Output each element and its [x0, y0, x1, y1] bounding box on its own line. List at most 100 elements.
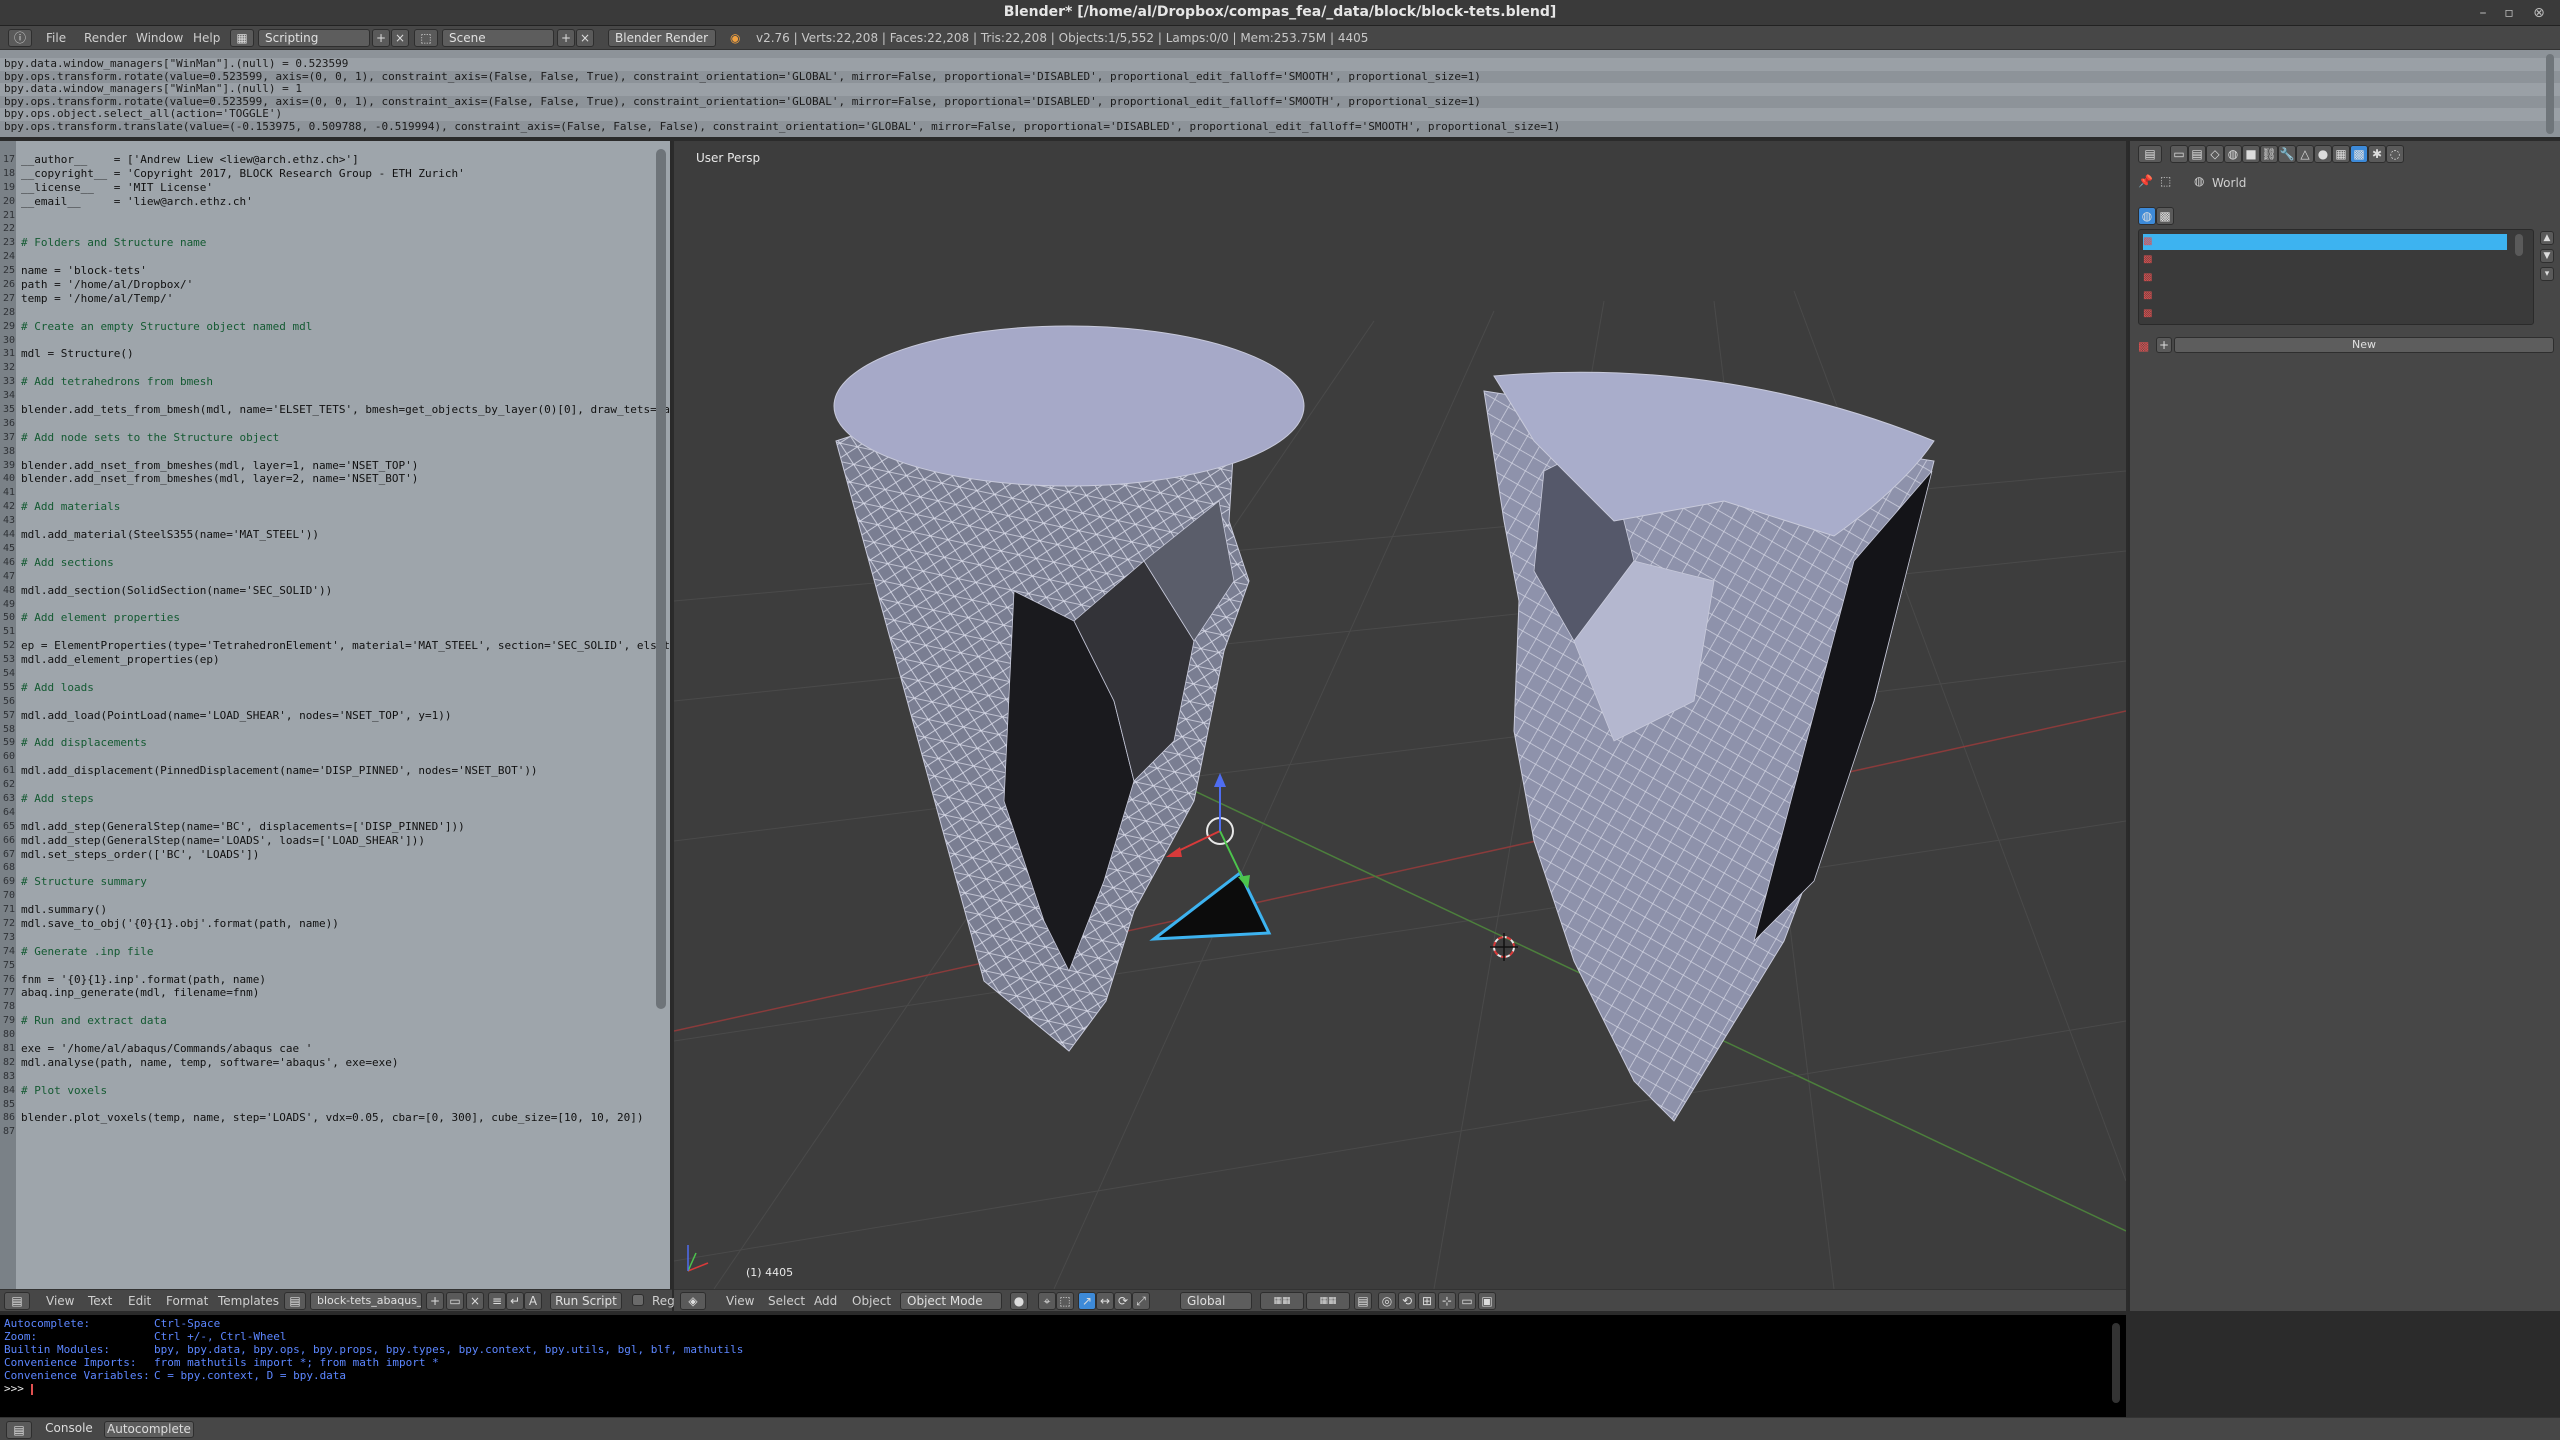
add-screen-icon[interactable]: +	[372, 29, 390, 47]
code-line[interactable]: 26 path = '/home/al/Dropbox/'	[0, 278, 650, 292]
texture-slot-list[interactable]: ▩ ▩ ▩ ▩ ▩	[2138, 229, 2534, 325]
left-block-mesh[interactable]	[833, 325, 1305, 1052]
code-line[interactable]: 78	[0, 1000, 650, 1014]
code-line[interactable]: 45	[0, 542, 650, 556]
scene-layers-grid-icon[interactable]: ▦▦	[1260, 1292, 1304, 1310]
code-line[interactable]: 48 mdl.add_section(SolidSection(name='SEC…	[0, 584, 650, 598]
report-line[interactable]: bpy.ops.transform.rotate(value=0.523599,…	[0, 70, 2560, 84]
code-line[interactable]: 29 # Create an empty Structure object nam…	[0, 320, 650, 334]
new-texture-plus-icon[interactable]: +	[2156, 337, 2172, 353]
code-line[interactable]: 42 # Add materials	[0, 500, 650, 514]
code-line[interactable]: 47	[0, 570, 650, 584]
text-editor-type-icon[interactable]: ▤	[4, 1292, 30, 1310]
opengl-anim-icon[interactable]: ▣	[1478, 1292, 1496, 1310]
unlink-text-icon[interactable]: ×	[466, 1292, 484, 1310]
code-line[interactable]: 31 mdl = Structure()	[0, 347, 650, 361]
code-line[interactable]: 68	[0, 861, 650, 875]
code-line[interactable]: 66 mdl.add_step(GeneralStep(name='LOADS',…	[0, 834, 650, 848]
code-line[interactable]: 17 __author__ = ['Andrew Liew <liew@arch.…	[0, 153, 650, 167]
minimize-icon[interactable]: –	[2474, 4, 2492, 22]
screen-layout-icon[interactable]: ▦	[230, 29, 254, 47]
viewport-editor-type-icon[interactable]: ◈	[680, 1292, 706, 1310]
register-checkbox[interactable]	[632, 1294, 644, 1306]
tab-data-icon[interactable]: △	[2296, 145, 2314, 163]
tab-scene-icon[interactable]: ◇	[2206, 145, 2224, 163]
code-line[interactable]: 57 mdl.add_load(PointLoad(name='LOAD_SHEA…	[0, 709, 650, 723]
python-console[interactable]: Autocomplete: Ctrl-Space Zoom: Ctrl +/-, Ct…	[0, 1313, 2126, 1417]
code-line[interactable]: 53 mdl.add_element_properties(ep)	[0, 653, 650, 667]
code-line[interactable]: 58	[0, 723, 650, 737]
texture-other-toggle-icon[interactable]: ▩	[2156, 207, 2174, 225]
menu-render[interactable]: Render	[84, 31, 127, 45]
code-line[interactable]: 21	[0, 209, 650, 223]
console-menu[interactable]: Console	[44, 1421, 94, 1438]
menu-select[interactable]: Select	[768, 1294, 805, 1308]
remove-scene-icon[interactable]: ×	[576, 29, 594, 47]
code-line[interactable]: 60	[0, 750, 650, 764]
tab-modifiers-icon[interactable]: 🔧	[2278, 145, 2296, 163]
code-line[interactable]: 25 name = 'block-tets'	[0, 264, 650, 278]
tab-world-icon[interactable]: ◍	[2224, 145, 2242, 163]
code-line[interactable]: 75	[0, 959, 650, 973]
text-editor[interactable]: 17 __author__ = ['Andrew Liew <liew@arch.…	[0, 141, 672, 1289]
text-editor-scrollbar[interactable]	[656, 149, 666, 1009]
code-line[interactable]: 82 mdl.analyse(path, name, temp, software…	[0, 1056, 650, 1070]
code-line[interactable]: 67 mdl.set_steps_order(['BC', 'LOADS'])	[0, 848, 650, 862]
code-line[interactable]: 87	[0, 1125, 650, 1139]
code-line[interactable]: 49	[0, 598, 650, 612]
pin-icon[interactable]: 📌	[2138, 174, 2153, 188]
tab-particles-icon[interactable]: ✱	[2368, 145, 2386, 163]
code-line[interactable]: 34	[0, 389, 650, 403]
code-line[interactable]: 44 mdl.add_material(SteelS355(name='MAT_S…	[0, 528, 650, 542]
code-line[interactable]: 24	[0, 250, 650, 264]
report-line[interactable]: bpy.ops.transform.translate(value=(-0.15…	[0, 120, 2560, 134]
code-line[interactable]: 28	[0, 306, 650, 320]
text-browse-icon[interactable]: ▤	[284, 1292, 306, 1310]
console-prompt-line[interactable]: >>>	[0, 1382, 2126, 1395]
console-editor-type-icon[interactable]: ▤	[6, 1421, 32, 1439]
code-line[interactable]: 64	[0, 806, 650, 820]
tab-material-icon[interactable]: ●	[2314, 145, 2332, 163]
code-line[interactable]: 32	[0, 361, 650, 375]
snap-target-icon[interactable]: ⊹	[1438, 1292, 1456, 1310]
code-line[interactable]: 81 exe = '/home/al/abaqus/Commands/abaqus…	[0, 1042, 650, 1056]
code-line[interactable]: 43	[0, 514, 650, 528]
code-line[interactable]: 38	[0, 445, 650, 459]
screen-layout-select[interactable]: Scripting	[258, 29, 370, 47]
code-line[interactable]: 63 # Add steps	[0, 792, 650, 806]
code-line[interactable]: 40 blender.add_nset_from_bmeshes(mdl, lay…	[0, 472, 650, 486]
code-line[interactable]: 74 # Generate .inp file	[0, 945, 650, 959]
code-line[interactable]: 35 blender.add_tets_from_bmesh(mdl, name=…	[0, 403, 670, 417]
tab-physics-icon[interactable]: ◌	[2386, 145, 2404, 163]
code-line[interactable]: 23 # Folders and Structure name	[0, 236, 650, 250]
code-line[interactable]: 39 blender.add_nset_from_bmeshes(mdl, lay…	[0, 459, 650, 473]
report-line[interactable]: bpy.ops.object.select_all(action='TOGGLE…	[0, 107, 2560, 121]
opengl-render-icon[interactable]: ▭	[1458, 1292, 1476, 1310]
code-area[interactable]: 17 __author__ = ['Andrew Liew <liew@arch.…	[0, 153, 670, 1139]
menu-object[interactable]: Object	[852, 1294, 891, 1308]
run-script-button[interactable]: Run Script	[550, 1292, 622, 1310]
code-line[interactable]: 27 temp = '/home/al/Temp/'	[0, 292, 650, 306]
menu-help[interactable]: Help	[193, 31, 220, 45]
code-line[interactable]: 52 ep = ElementProperties(type='Tetrahedr…	[0, 639, 670, 653]
tab-texture-active-icon[interactable]: ▩	[2350, 145, 2368, 163]
code-line[interactable]: 65 mdl.add_step(GeneralStep(name='BC', di…	[0, 820, 650, 834]
code-line[interactable]: 19 __license__ = 'MIT License'	[0, 181, 650, 195]
report-line[interactable]: bpy.data.window_managers["WinMan"].(null…	[0, 57, 2560, 71]
texture-browse-icon[interactable]: ▩	[2138, 339, 2149, 353]
code-line[interactable]: 37 # Add node sets to the Structure objec…	[0, 431, 650, 445]
code-line[interactable]: 61 mdl.add_displacement(PinnedDisplacemen…	[0, 764, 650, 778]
menu-edit[interactable]: Edit	[128, 1294, 151, 1308]
properties-editor-type-icon[interactable]: ▤	[2138, 145, 2162, 163]
translate-manipulator-icon[interactable]: ↔	[1096, 1292, 1114, 1310]
code-line[interactable]: 18 __copyright__ = 'Copyright 2017, BLOCK…	[0, 167, 650, 181]
word-wrap-toggle-icon[interactable]: ↵	[506, 1292, 524, 1310]
autocomplete-button[interactable]: Autocomplete	[104, 1421, 194, 1438]
code-line[interactable]: 83	[0, 1070, 650, 1084]
tab-texture-icon[interactable]: ▦	[2332, 145, 2350, 163]
pivot-point-icon[interactable]: ⌖	[1038, 1292, 1056, 1310]
3d-viewport[interactable]: User Persp (1) 4405	[674, 141, 2126, 1289]
report-line[interactable]: bpy.ops.transform.rotate(value=0.523599,…	[0, 95, 2560, 109]
code-line[interactable]: 84 # Plot voxels	[0, 1084, 650, 1098]
code-line[interactable]: 30	[0, 334, 650, 348]
